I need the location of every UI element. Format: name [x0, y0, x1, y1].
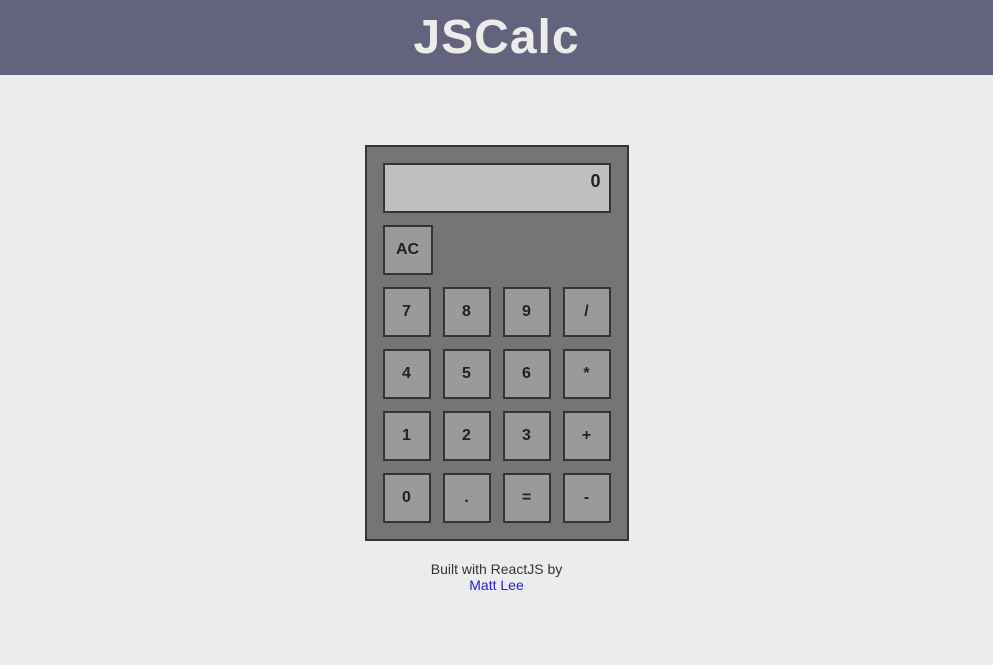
divide-button[interactable]: /	[563, 287, 611, 337]
calculator-display: 0	[383, 163, 611, 213]
button-row-3: 1 2 3 +	[383, 411, 611, 461]
calculator: 0 AC 7 8 9 / 4 5 6 * 1 2 3 + 0 . = -	[365, 145, 629, 541]
two-button[interactable]: 2	[443, 411, 491, 461]
decimal-button[interactable]: .	[443, 473, 491, 523]
five-button[interactable]: 5	[443, 349, 491, 399]
footer-text: Built with ReactJS by	[431, 561, 563, 577]
equals-button[interactable]: =	[503, 473, 551, 523]
app-title: JSCalc	[413, 10, 579, 65]
seven-button[interactable]: 7	[383, 287, 431, 337]
button-row-4: 0 . = -	[383, 473, 611, 523]
three-button[interactable]: 3	[503, 411, 551, 461]
eight-button[interactable]: 8	[443, 287, 491, 337]
multiply-button[interactable]: *	[563, 349, 611, 399]
button-row-2: 4 5 6 *	[383, 349, 611, 399]
footer-link[interactable]: Matt Lee	[469, 577, 523, 593]
minus-button[interactable]: -	[563, 473, 611, 523]
header: JSCalc	[0, 0, 993, 75]
button-row-ac: AC	[383, 225, 611, 275]
zero-button[interactable]: 0	[383, 473, 431, 523]
six-button[interactable]: 6	[503, 349, 551, 399]
four-button[interactable]: 4	[383, 349, 431, 399]
button-row-1: 7 8 9 /	[383, 287, 611, 337]
ac-button[interactable]: AC	[383, 225, 433, 275]
footer: Built with ReactJS by Matt Lee	[431, 561, 563, 593]
one-button[interactable]: 1	[383, 411, 431, 461]
content: 0 AC 7 8 9 / 4 5 6 * 1 2 3 + 0 . = -	[0, 75, 993, 593]
plus-button[interactable]: +	[563, 411, 611, 461]
nine-button[interactable]: 9	[503, 287, 551, 337]
